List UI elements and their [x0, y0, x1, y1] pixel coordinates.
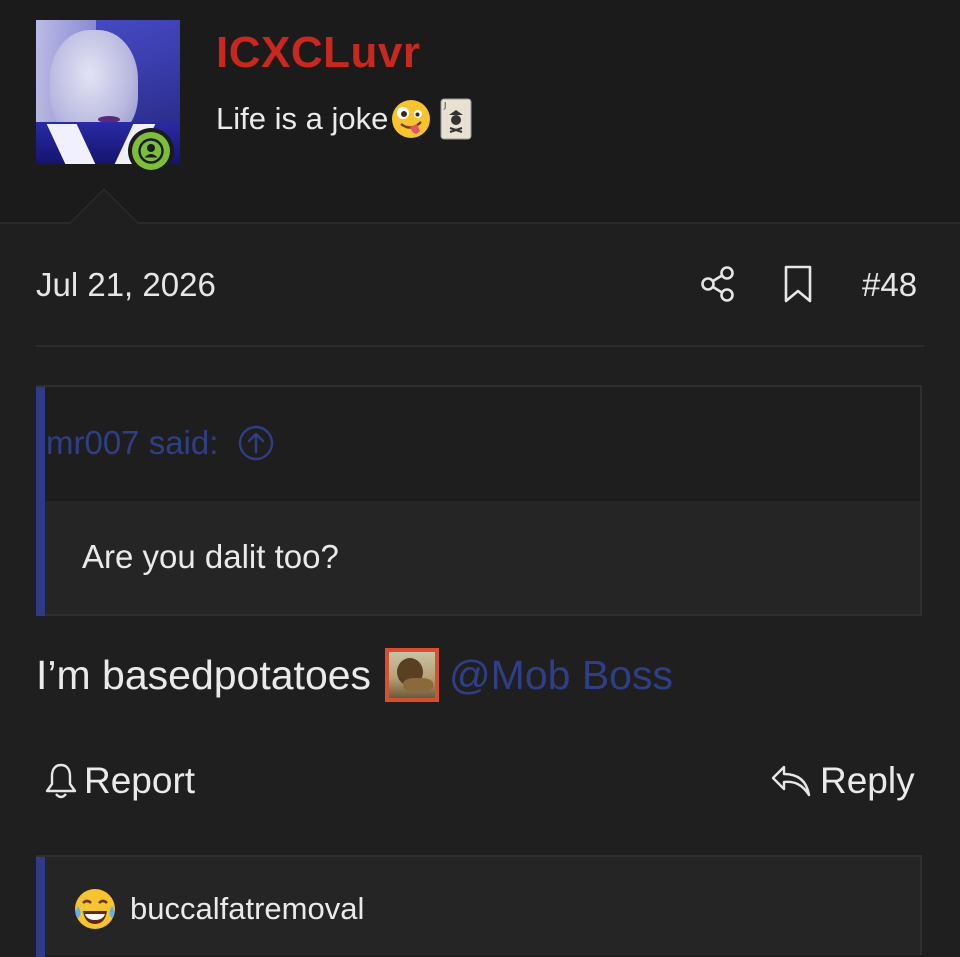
reaction-user[interactable]: buccalfatremoval — [130, 891, 364, 927]
report-button[interactable]: Report — [44, 760, 195, 802]
reply-button[interactable]: Reply — [770, 760, 915, 802]
reply-arrow-icon — [771, 765, 811, 797]
username[interactable]: ICXCLuvr — [216, 28, 420, 78]
post-header: ICXCLuvr Life is a joke J — [0, 0, 960, 224]
post-number-link[interactable]: #48 — [862, 266, 917, 304]
bookmark-icon[interactable] — [782, 264, 814, 304]
post-text: I’m basedpotatoes — [36, 651, 372, 698]
bell-icon — [45, 763, 77, 799]
user-mention-link[interactable]: @Mob Boss — [449, 652, 673, 699]
reaction-summary[interactable]: buccalfatremoval — [72, 886, 364, 932]
divider — [36, 345, 924, 347]
quote-attribution[interactable]: mr007 said: — [46, 424, 274, 462]
user-tagline: Life is a joke J — [216, 98, 472, 140]
quote-author[interactable]: mr007 said: — [46, 424, 218, 462]
lion-emoji-icon — [385, 648, 440, 702]
arrow-up-circle-icon[interactable] — [238, 425, 274, 461]
tears-of-joy-icon — [75, 889, 115, 929]
quote-block — [36, 385, 922, 616]
report-label: Report — [84, 760, 196, 801]
joker-card-icon: J — [440, 98, 472, 140]
online-status-badge — [128, 128, 174, 174]
post-body: I’m basedpotatoes @Mob Boss — [36, 648, 673, 702]
quote-text: Are you dalit too? — [82, 538, 339, 575]
zany-face-icon — [392, 100, 431, 138]
share-icon[interactable] — [698, 264, 738, 304]
post-date[interactable]: Jul 21, 2026 — [36, 266, 216, 304]
reply-label: Reply — [820, 760, 915, 801]
svg-text:J: J — [443, 101, 446, 110]
header-pointer — [70, 190, 138, 224]
quote-bar — [36, 857, 45, 957]
online-user-icon — [132, 132, 170, 170]
tagline-text: Life is a joke — [216, 101, 389, 136]
quote-bar — [36, 387, 45, 616]
